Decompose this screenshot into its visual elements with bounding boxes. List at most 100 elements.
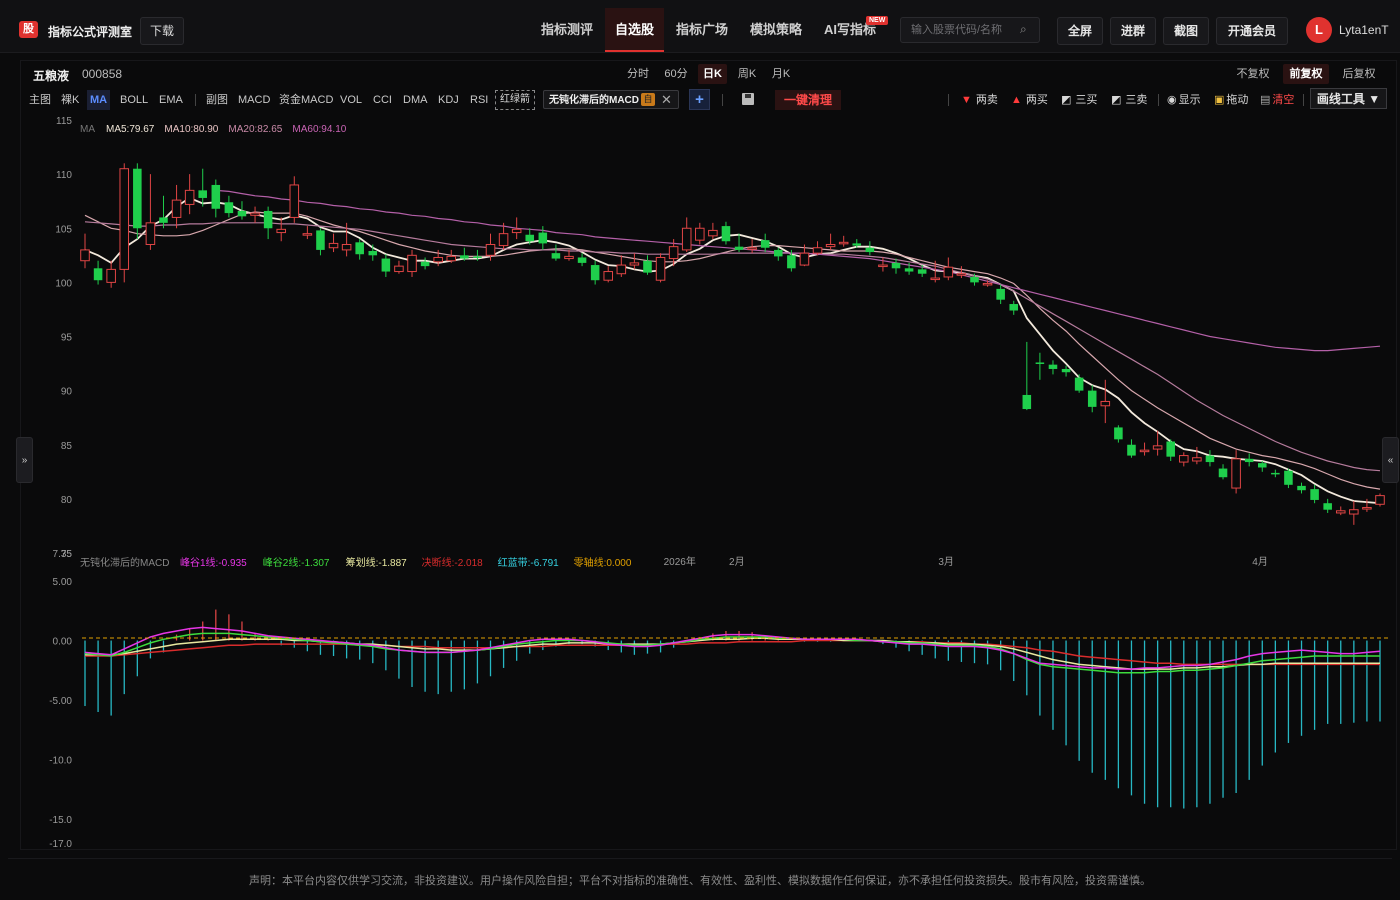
ma-legend-item: MA60:94.10 — [292, 124, 346, 135]
month-label: 2月 — [729, 556, 745, 568]
candle-body-up — [695, 227, 705, 241]
candle-body-up — [498, 233, 509, 247]
price-tick-label: 85 — [61, 441, 73, 452]
candle-body-up — [812, 247, 823, 254]
candle-body-down — [643, 260, 652, 273]
candle-body-down — [368, 250, 378, 256]
candle-body-up — [328, 242, 339, 249]
candle-body-up — [446, 255, 457, 262]
expand-right-handle[interactable]: « — [1382, 437, 1399, 483]
candle-body-down — [1074, 377, 1084, 391]
candle-body-down — [525, 234, 535, 242]
candle-body-down — [1310, 489, 1319, 500]
candle-body-down — [1009, 304, 1019, 311]
candle-body-down — [381, 258, 391, 272]
ma-legend-title: MA — [80, 124, 95, 135]
candle-body-down — [1022, 394, 1032, 410]
candle-body-down — [1284, 470, 1293, 485]
candle-body-down — [891, 262, 901, 269]
price-tick-label: 80 — [61, 495, 73, 506]
candle-body-down — [551, 253, 561, 259]
candle-body-up — [655, 256, 666, 281]
macd-legend-item: 决断线:-2.018 — [422, 556, 484, 569]
month-label: 4月 — [1252, 556, 1268, 568]
candle-body-down — [1271, 472, 1280, 475]
candle-body-down — [93, 268, 103, 281]
macd-tick-label: -5.00 — [49, 696, 72, 707]
candle-body-up — [184, 189, 195, 205]
macd-tick-label: 5.00 — [53, 577, 73, 588]
disclaimer: 声明：本平台内容仅供学习交流，非投资建议。用户操作风险自担；平台不对指标的准确性… — [249, 875, 1151, 887]
candle-body-up — [1349, 509, 1359, 515]
candle-body-down — [1127, 444, 1136, 456]
macd-legend-item: 筹划线:-1.887 — [346, 556, 408, 569]
candle-body-up — [407, 254, 417, 273]
candle-body-up — [799, 252, 810, 266]
candle-body-up — [1152, 445, 1163, 450]
candle-body-up — [511, 228, 522, 234]
macd-tick-label: -17.0 — [49, 839, 72, 850]
macd-legend-item: 零轴线:0.000 — [574, 556, 632, 569]
candle-body-down — [316, 230, 325, 250]
candle-body-up — [250, 212, 260, 216]
candle-body-up — [276, 228, 286, 234]
macd-line-peak1 — [84, 626, 1381, 670]
candle-body-down — [865, 247, 875, 253]
candle-body-down — [852, 243, 862, 246]
price-tick-label: 95 — [61, 333, 73, 344]
macd-tick-label: -10.0 — [49, 756, 72, 767]
candle-body-up — [681, 227, 692, 251]
price-tick-label: 115 — [56, 116, 72, 127]
candle-body-up — [341, 243, 352, 251]
candle-body-down — [774, 249, 783, 257]
candle-body-down — [1087, 390, 1097, 407]
candle-body-down — [355, 242, 364, 255]
candle-body-down — [1205, 455, 1215, 463]
price-tick-label: 110 — [56, 170, 72, 181]
candle-body-down — [211, 184, 221, 209]
candle-body-up — [1362, 507, 1372, 510]
candle-body-down — [590, 265, 600, 281]
candle-body-down — [1218, 468, 1228, 478]
candle-body-down — [1061, 368, 1071, 373]
ma-legend-item: MA20:82.65 — [228, 124, 282, 135]
macd-legend-item: 峰谷1线:-0.935 — [180, 556, 247, 569]
candle-body-up — [708, 229, 718, 237]
candle-body-down — [1114, 427, 1123, 440]
candle-body-up — [668, 246, 679, 260]
candle-body-down — [734, 246, 744, 250]
price-tick-label: 90 — [61, 387, 73, 398]
ma-legend-item: MA10:80.90 — [164, 124, 218, 135]
candle-body-up — [603, 271, 614, 281]
candle-body-up — [629, 262, 640, 266]
candle-body-down — [263, 210, 273, 229]
candle-body-down — [996, 288, 1005, 300]
price-tick-label: 100 — [55, 278, 72, 289]
candle-body-down — [577, 257, 587, 263]
expand-left-handle[interactable]: » — [16, 437, 33, 483]
candle-body-up — [119, 168, 130, 270]
candle-body-down — [538, 232, 548, 244]
month-label: 3月 — [938, 556, 954, 568]
price-tick-label: 105 — [55, 224, 72, 235]
macd-tick-label: 0.00 — [53, 637, 73, 648]
candle-body-down — [970, 276, 979, 283]
candle-body-up — [747, 247, 757, 250]
candle-body-up — [80, 249, 90, 262]
candle-body-up — [838, 241, 849, 245]
candle-body-up — [1335, 510, 1346, 514]
candle-body-down — [721, 226, 731, 242]
candle-body-up — [1375, 495, 1385, 505]
candle-body-down — [1297, 485, 1306, 491]
candle-body-down — [237, 210, 247, 217]
month-label: 2026年 — [664, 555, 696, 568]
kline-chart[interactable]: 1151101051009590858075 7.355.000.00-5.00… — [0, 0, 1400, 900]
candle-body-up — [171, 199, 182, 218]
candle-body-down — [460, 255, 469, 259]
candle-body-up — [982, 282, 993, 286]
macd-tick-label: 7.35 — [53, 549, 73, 560]
macd-legend-item: 红蓝带:-6.791 — [498, 556, 560, 569]
candle-body-up — [878, 264, 888, 268]
candle-body-down — [917, 269, 927, 274]
macd-legend-item: 峰谷2线:-1.307 — [263, 556, 330, 569]
